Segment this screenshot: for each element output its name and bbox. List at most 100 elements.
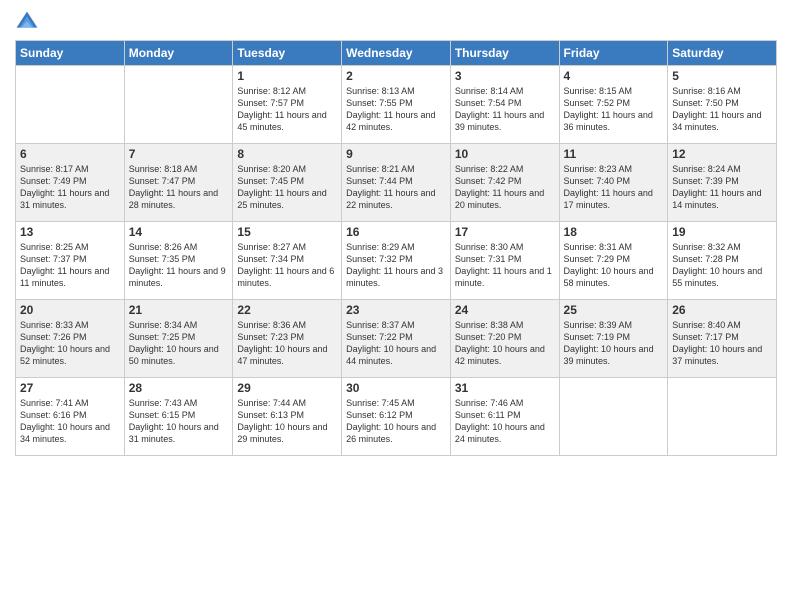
weekday-header-row: SundayMondayTuesdayWednesdayThursdayFrid… <box>16 41 777 66</box>
day-number: 1 <box>237 69 337 83</box>
calendar-cell: 29 Sunrise: 7:44 AM Sunset: 6:13 PM Dayli… <box>233 378 342 456</box>
week-row-1: 1 Sunrise: 8:12 AM Sunset: 7:57 PM Daylig… <box>16 66 777 144</box>
day-info: Sunrise: 8:17 AM Sunset: 7:49 PM Dayligh… <box>20 163 120 212</box>
day-number: 15 <box>237 225 337 239</box>
day-number: 27 <box>20 381 120 395</box>
day-info: Sunrise: 8:32 AM Sunset: 7:28 PM Dayligh… <box>672 241 772 290</box>
day-number: 9 <box>346 147 446 161</box>
calendar-cell: 22 Sunrise: 8:36 AM Sunset: 7:23 PM Dayli… <box>233 300 342 378</box>
calendar-cell: 14 Sunrise: 8:26 AM Sunset: 7:35 PM Dayli… <box>124 222 233 300</box>
day-number: 23 <box>346 303 446 317</box>
day-number: 12 <box>672 147 772 161</box>
day-number: 5 <box>672 69 772 83</box>
day-info: Sunrise: 8:22 AM Sunset: 7:42 PM Dayligh… <box>455 163 555 212</box>
calendar-cell: 31 Sunrise: 7:46 AM Sunset: 6:11 PM Dayli… <box>450 378 559 456</box>
day-number: 22 <box>237 303 337 317</box>
day-number: 13 <box>20 225 120 239</box>
calendar-cell: 24Sunrise: 8:38 AM Sunset: 7:20 PM Dayli… <box>450 300 559 378</box>
day-info: Sunrise: 8:15 AM Sunset: 7:52 PM Dayligh… <box>564 85 664 134</box>
day-info: Sunrise: 8:30 AM Sunset: 7:31 PM Dayligh… <box>455 241 555 290</box>
calendar-cell: 12Sunrise: 8:24 AM Sunset: 7:39 PM Dayli… <box>668 144 777 222</box>
day-number: 30 <box>346 381 446 395</box>
week-row-3: 13 Sunrise: 8:25 AM Sunset: 7:37 PM Dayli… <box>16 222 777 300</box>
day-info: Sunrise: 8:18 AM Sunset: 7:47 PM Dayligh… <box>129 163 229 212</box>
day-number: 18 <box>564 225 664 239</box>
week-row-2: 6 Sunrise: 8:17 AM Sunset: 7:49 PM Daylig… <box>16 144 777 222</box>
weekday-header-wednesday: Wednesday <box>342 41 451 66</box>
header <box>15 10 777 34</box>
calendar-cell: 21 Sunrise: 8:34 AM Sunset: 7:25 PM Dayli… <box>124 300 233 378</box>
logo-icon <box>15 10 39 34</box>
calendar-cell: 19 Sunrise: 8:32 AM Sunset: 7:28 PM Dayli… <box>668 222 777 300</box>
day-info: Sunrise: 8:39 AM Sunset: 7:19 PM Dayligh… <box>564 319 664 368</box>
calendar-cell: 26Sunrise: 8:40 AM Sunset: 7:17 PM Dayli… <box>668 300 777 378</box>
day-info: Sunrise: 8:31 AM Sunset: 7:29 PM Dayligh… <box>564 241 664 290</box>
calendar-cell: 17 Sunrise: 8:30 AM Sunset: 7:31 PM Dayli… <box>450 222 559 300</box>
calendar-cell: 5 Sunrise: 8:16 AM Sunset: 7:50 PM Daylig… <box>668 66 777 144</box>
week-row-5: 27 Sunrise: 7:41 AM Sunset: 6:16 PM Dayli… <box>16 378 777 456</box>
day-info: Sunrise: 8:14 AM Sunset: 7:54 PM Dayligh… <box>455 85 555 134</box>
day-number: 7 <box>129 147 229 161</box>
page: SundayMondayTuesdayWednesdayThursdayFrid… <box>0 0 792 612</box>
weekday-header-sunday: Sunday <box>16 41 125 66</box>
calendar-cell: 28Sunrise: 7:43 AM Sunset: 6:15 PM Dayli… <box>124 378 233 456</box>
day-info: Sunrise: 8:21 AM Sunset: 7:44 PM Dayligh… <box>346 163 446 212</box>
calendar-cell: 7 Sunrise: 8:18 AM Sunset: 7:47 PM Daylig… <box>124 144 233 222</box>
day-number: 11 <box>564 147 664 161</box>
day-number: 19 <box>672 225 772 239</box>
day-info: Sunrise: 8:37 AM Sunset: 7:22 PM Dayligh… <box>346 319 446 368</box>
calendar-cell: 2 Sunrise: 8:13 AM Sunset: 7:55 PM Daylig… <box>342 66 451 144</box>
day-number: 26 <box>672 303 772 317</box>
day-info: Sunrise: 8:33 AM Sunset: 7:26 PM Dayligh… <box>20 319 120 368</box>
day-number: 14 <box>129 225 229 239</box>
calendar-cell: 4Sunrise: 8:15 AM Sunset: 7:52 PM Daylig… <box>559 66 668 144</box>
day-info: Sunrise: 8:34 AM Sunset: 7:25 PM Dayligh… <box>129 319 229 368</box>
calendar-cell: 1 Sunrise: 8:12 AM Sunset: 7:57 PM Daylig… <box>233 66 342 144</box>
day-number: 29 <box>237 381 337 395</box>
day-number: 10 <box>455 147 555 161</box>
day-info: Sunrise: 8:38 AM Sunset: 7:20 PM Dayligh… <box>455 319 555 368</box>
day-info: Sunrise: 8:20 AM Sunset: 7:45 PM Dayligh… <box>237 163 337 212</box>
day-info: Sunrise: 8:25 AM Sunset: 7:37 PM Dayligh… <box>20 241 120 290</box>
day-info: Sunrise: 8:26 AM Sunset: 7:35 PM Dayligh… <box>129 241 229 290</box>
day-info: Sunrise: 8:23 AM Sunset: 7:40 PM Dayligh… <box>564 163 664 212</box>
day-info: Sunrise: 7:46 AM Sunset: 6:11 PM Dayligh… <box>455 397 555 446</box>
calendar-cell: 15 Sunrise: 8:27 AM Sunset: 7:34 PM Dayli… <box>233 222 342 300</box>
weekday-header-thursday: Thursday <box>450 41 559 66</box>
day-number: 20 <box>20 303 120 317</box>
day-number: 2 <box>346 69 446 83</box>
weekday-header-tuesday: Tuesday <box>233 41 342 66</box>
day-info: Sunrise: 8:13 AM Sunset: 7:55 PM Dayligh… <box>346 85 446 134</box>
weekday-header-friday: Friday <box>559 41 668 66</box>
calendar-cell: 3 Sunrise: 8:14 AM Sunset: 7:54 PM Daylig… <box>450 66 559 144</box>
calendar-cell: 30 Sunrise: 7:45 AM Sunset: 6:12 PM Dayli… <box>342 378 451 456</box>
weekday-header-saturday: Saturday <box>668 41 777 66</box>
calendar-cell: 20 Sunrise: 8:33 AM Sunset: 7:26 PM Dayli… <box>16 300 125 378</box>
calendar-cell <box>124 66 233 144</box>
calendar-cell <box>16 66 125 144</box>
calendar-cell: 10 Sunrise: 8:22 AM Sunset: 7:42 PM Dayli… <box>450 144 559 222</box>
day-info: Sunrise: 7:44 AM Sunset: 6:13 PM Dayligh… <box>237 397 337 446</box>
day-number: 17 <box>455 225 555 239</box>
calendar-cell <box>559 378 668 456</box>
calendar-cell: 11 Sunrise: 8:23 AM Sunset: 7:40 PM Dayli… <box>559 144 668 222</box>
logo <box>15 10 43 34</box>
day-number: 3 <box>455 69 555 83</box>
day-info: Sunrise: 7:43 AM Sunset: 6:15 PM Dayligh… <box>129 397 229 446</box>
weekday-header-monday: Monday <box>124 41 233 66</box>
calendar-cell: 18 Sunrise: 8:31 AM Sunset: 7:29 PM Dayli… <box>559 222 668 300</box>
day-number: 25 <box>564 303 664 317</box>
day-info: Sunrise: 7:41 AM Sunset: 6:16 PM Dayligh… <box>20 397 120 446</box>
day-info: Sunrise: 8:29 AM Sunset: 7:32 PM Dayligh… <box>346 241 446 290</box>
day-number: 21 <box>129 303 229 317</box>
calendar-cell <box>668 378 777 456</box>
day-info: Sunrise: 8:12 AM Sunset: 7:57 PM Dayligh… <box>237 85 337 134</box>
calendar-cell: 25 Sunrise: 8:39 AM Sunset: 7:19 PM Dayli… <box>559 300 668 378</box>
day-info: Sunrise: 8:27 AM Sunset: 7:34 PM Dayligh… <box>237 241 337 290</box>
day-info: Sunrise: 8:36 AM Sunset: 7:23 PM Dayligh… <box>237 319 337 368</box>
day-info: Sunrise: 7:45 AM Sunset: 6:12 PM Dayligh… <box>346 397 446 446</box>
day-info: Sunrise: 8:16 AM Sunset: 7:50 PM Dayligh… <box>672 85 772 134</box>
day-number: 6 <box>20 147 120 161</box>
calendar-cell: 23 Sunrise: 8:37 AM Sunset: 7:22 PM Dayli… <box>342 300 451 378</box>
day-number: 31 <box>455 381 555 395</box>
